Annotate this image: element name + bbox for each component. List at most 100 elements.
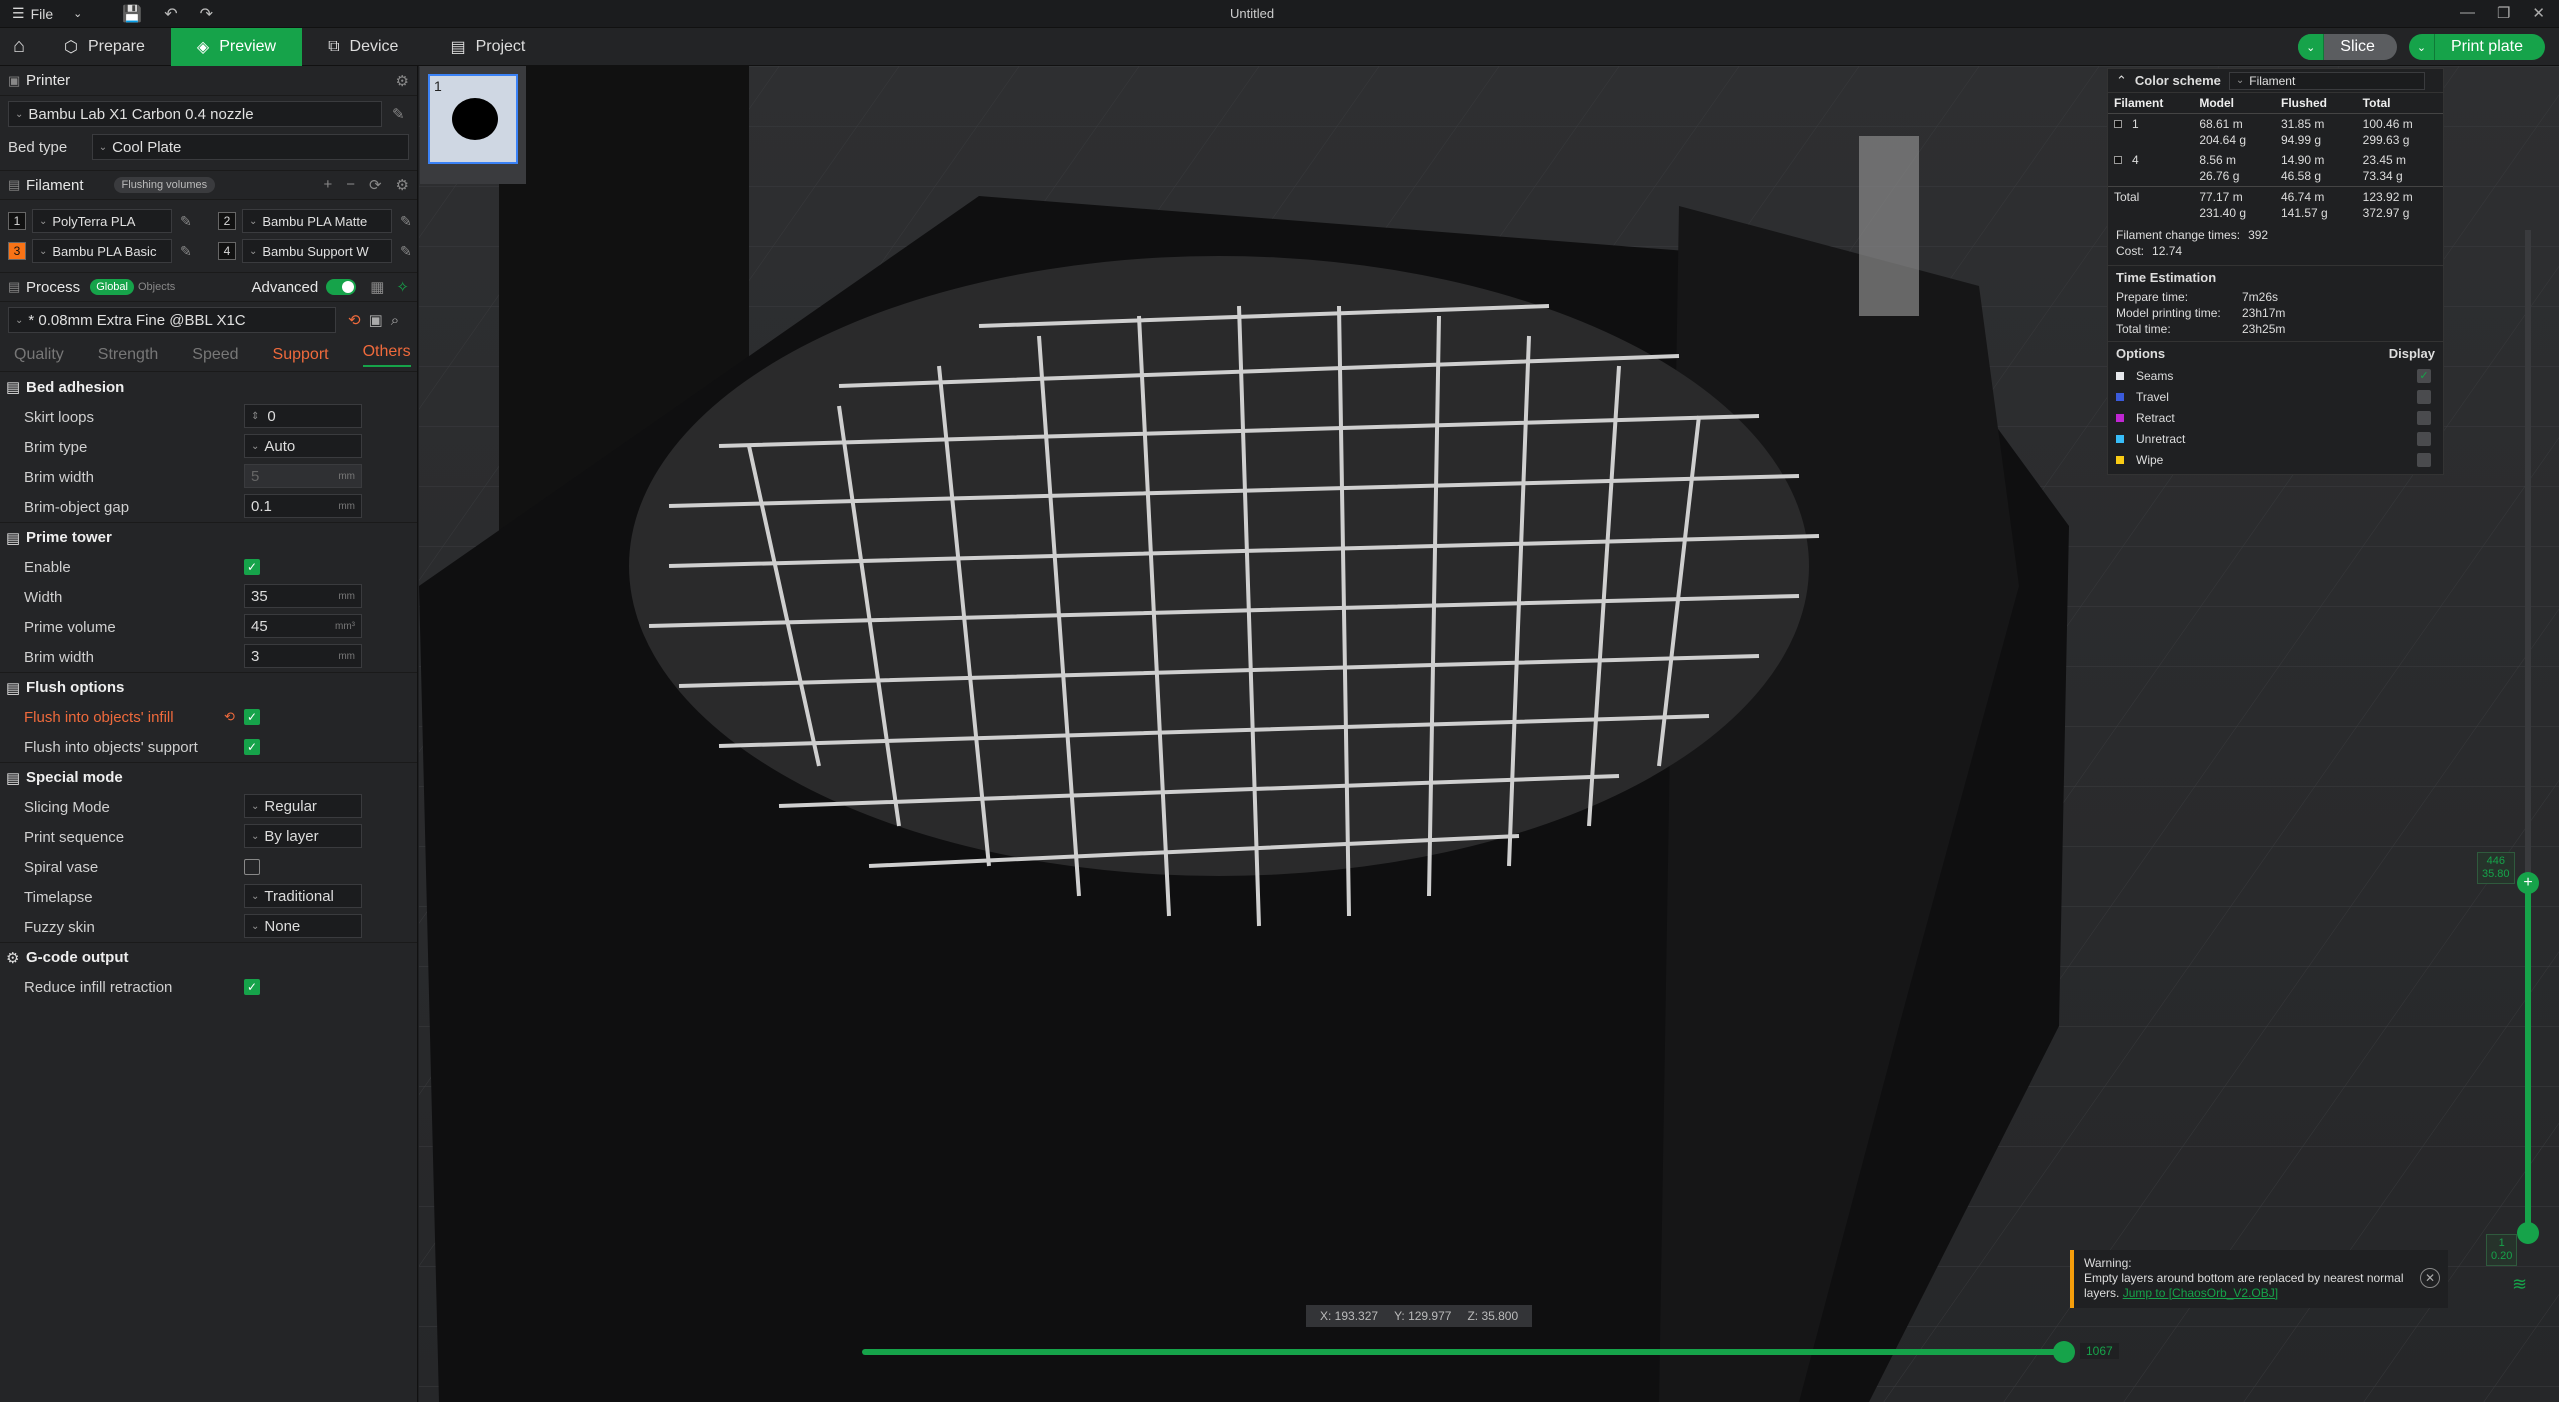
minus-icon[interactable]: − (346, 176, 355, 194)
save-icon[interactable]: 💾 (122, 4, 142, 24)
fuzzy-skin-select[interactable]: ⌄ None (244, 914, 362, 938)
home-icon[interactable]: ⌂ (0, 28, 38, 66)
layer-slider-bottom-handle[interactable] (2517, 1222, 2539, 1244)
tab-strength[interactable]: Strength (98, 346, 158, 364)
edit-icon[interactable]: ✎ (400, 243, 412, 260)
layer-slider-range[interactable] (2525, 882, 2531, 1234)
travel-checkbox[interactable] (2417, 389, 2431, 404)
unit-label: mm (338, 590, 355, 602)
move-slider[interactable] (862, 1349, 2062, 1355)
unretract-checkbox[interactable] (2417, 431, 2431, 446)
tab-others[interactable]: Others (362, 343, 411, 367)
edit-icon[interactable]: ✎ (180, 213, 192, 230)
search-icon[interactable]: ⌕ (391, 312, 399, 329)
brim-type-select[interactable]: ⌄ Auto (244, 434, 362, 458)
gear-icon[interactable]: ⚙ (396, 176, 409, 194)
reset-icon[interactable]: ⟲ (224, 709, 235, 725)
warning-notification: Warning: Empty layers around bottom are … (2070, 1250, 2448, 1308)
filament-select[interactable]: ⌄ PolyTerra PLA (32, 209, 172, 233)
restore-icon[interactable]: ❐ (2497, 4, 2510, 22)
move-slider-handle[interactable] (2053, 1341, 2075, 1363)
filament-number: 2 (218, 212, 236, 230)
edit-icon[interactable]: ✎ (392, 105, 405, 123)
flushing-volumes-button[interactable]: Flushing volumes (113, 177, 216, 193)
layer-slider-top-handle[interactable]: + (2517, 872, 2539, 894)
reset-icon[interactable]: ⟲ (348, 311, 361, 329)
flush-infill-checkbox[interactable]: ✓ (244, 709, 260, 725)
wipe-checkbox[interactable] (2417, 452, 2431, 467)
printer-select[interactable]: ⌄ Bambu Lab X1 Carbon 0.4 nozzle (8, 101, 382, 127)
unit-label: mm (338, 500, 355, 512)
prime-enable-option: Enable ✓ (0, 552, 417, 582)
filament-select[interactable]: ⌄ Bambu PLA Matte (242, 209, 392, 233)
filament-select[interactable]: ⌄ Bambu Support W (242, 239, 392, 263)
advanced-switch[interactable] (326, 279, 357, 295)
global-toggle[interactable]: Global (90, 279, 134, 295)
select-value: None (264, 917, 301, 935)
collapse-icon[interactable]: ⌃ (2116, 73, 2127, 89)
close-icon[interactable]: ✕ (2532, 4, 2545, 22)
layer-slider-track[interactable] (2525, 230, 2531, 882)
slicing-mode-select[interactable]: ⌄ Regular (244, 794, 362, 818)
edit-icon[interactable]: ✎ (400, 213, 412, 230)
spiral-vase-checkbox[interactable] (244, 859, 260, 875)
plus-icon[interactable]: + (323, 176, 332, 194)
time-estimation-title: Time Estimation (2108, 265, 2443, 289)
filament-item-2[interactable]: 2 ⌄ Bambu PLA Matte ✎ (210, 206, 418, 236)
tab-speed[interactable]: Speed (192, 346, 238, 364)
flush-support-option: Flush into objects' support ✓ (0, 732, 417, 762)
tab-project[interactable]: ▤ Project (424, 28, 551, 66)
prime-enable-checkbox[interactable]: ✓ (244, 559, 260, 575)
color-scheme-select[interactable]: ⌄ Filament (2228, 71, 2425, 90)
print-plate-button[interactable]: ⌄ Print plate (2408, 34, 2545, 60)
objects-toggle[interactable]: Objects (138, 281, 175, 293)
redo-icon[interactable]: ↷ (200, 4, 213, 24)
coord-z: Z: 35.800 (1467, 1309, 1519, 1323)
filament-item-1[interactable]: 1 ⌄ PolyTerra PLA ✎ (0, 206, 210, 236)
file-menu[interactable]: ☰ File ⌄ (0, 5, 82, 22)
jump-to-object-link[interactable]: Jump to [ChaosOrb_V2.OBJ] (2123, 1286, 2278, 1300)
wand-icon[interactable]: ✧ (396, 278, 409, 296)
tab-support[interactable]: Support (273, 346, 329, 364)
cell: 77.17 m (2199, 190, 2243, 204)
flush-support-checkbox[interactable]: ✓ (244, 739, 260, 755)
close-icon[interactable]: ✕ (2420, 1268, 2440, 1288)
prime-volume-input[interactable]: 45 mm³ (244, 614, 362, 638)
undo-icon[interactable]: ↶ (164, 4, 177, 24)
bed-type-select[interactable]: ⌄ Cool Plate (91, 134, 409, 160)
brim-width-input[interactable]: 5 mm (244, 464, 362, 488)
brim-gap-input[interactable]: 0.1 mm (244, 494, 362, 518)
edit-icon[interactable]: ✎ (180, 243, 192, 260)
plate-thumbnail[interactable]: 1 (420, 66, 526, 184)
top-layer-height: 35.80 (2482, 868, 2510, 880)
timelapse-select[interactable]: ⌄ Traditional (244, 884, 362, 908)
cell: 14.90 m (2281, 153, 2325, 167)
reduce-retraction-checkbox[interactable]: ✓ (244, 979, 260, 995)
prime-width-input[interactable]: 35 mm (244, 584, 362, 608)
seams-checkbox[interactable]: ✓ (2417, 368, 2431, 383)
compare-icon[interactable]: ▦ (370, 278, 384, 296)
retract-checkbox[interactable] (2417, 410, 2431, 425)
file-label: File (30, 5, 54, 22)
option-label: Width (24, 588, 63, 606)
stepper-icon[interactable]: ⇕ (251, 411, 259, 422)
tab-preview[interactable]: ◈ Preview (170, 27, 303, 66)
sync-icon[interactable]: ⟳ (369, 176, 382, 194)
tab-device[interactable]: ⧉ Device (302, 28, 424, 66)
print-sequence-select[interactable]: ⌄ By layer (244, 824, 362, 848)
minimize-icon[interactable]: — (2460, 4, 2475, 22)
filament-item-4[interactable]: 4 ⌄ Bambu Support W ✎ (210, 236, 418, 266)
gear-icon[interactable]: ⚙ (396, 72, 409, 90)
filament-select[interactable]: ⌄ Bambu PLA Basic (32, 239, 172, 263)
skirt-loops-input[interactable]: ⇕ 0 (244, 404, 362, 428)
layers-icon[interactable]: ≋ (2512, 1274, 2527, 1295)
tab-prepare[interactable]: ⬡ Prepare (38, 28, 171, 66)
prime-brim-input[interactable]: 3 mm (244, 644, 362, 668)
slice-button[interactable]: ⌄ Slice (2298, 34, 2397, 60)
tab-quality[interactable]: Quality (14, 346, 64, 364)
chevron-down-icon[interactable]: ⌄ (2298, 34, 2325, 60)
save-icon[interactable]: ▣ (369, 311, 383, 329)
filament-item-3[interactable]: 3 ⌄ Bambu PLA Basic ✎ (0, 236, 210, 266)
process-profile-select[interactable]: ⌄ * 0.08mm Extra Fine @BBL X1C (8, 307, 336, 333)
chevron-down-icon[interactable]: ⌄ (2409, 34, 2435, 60)
